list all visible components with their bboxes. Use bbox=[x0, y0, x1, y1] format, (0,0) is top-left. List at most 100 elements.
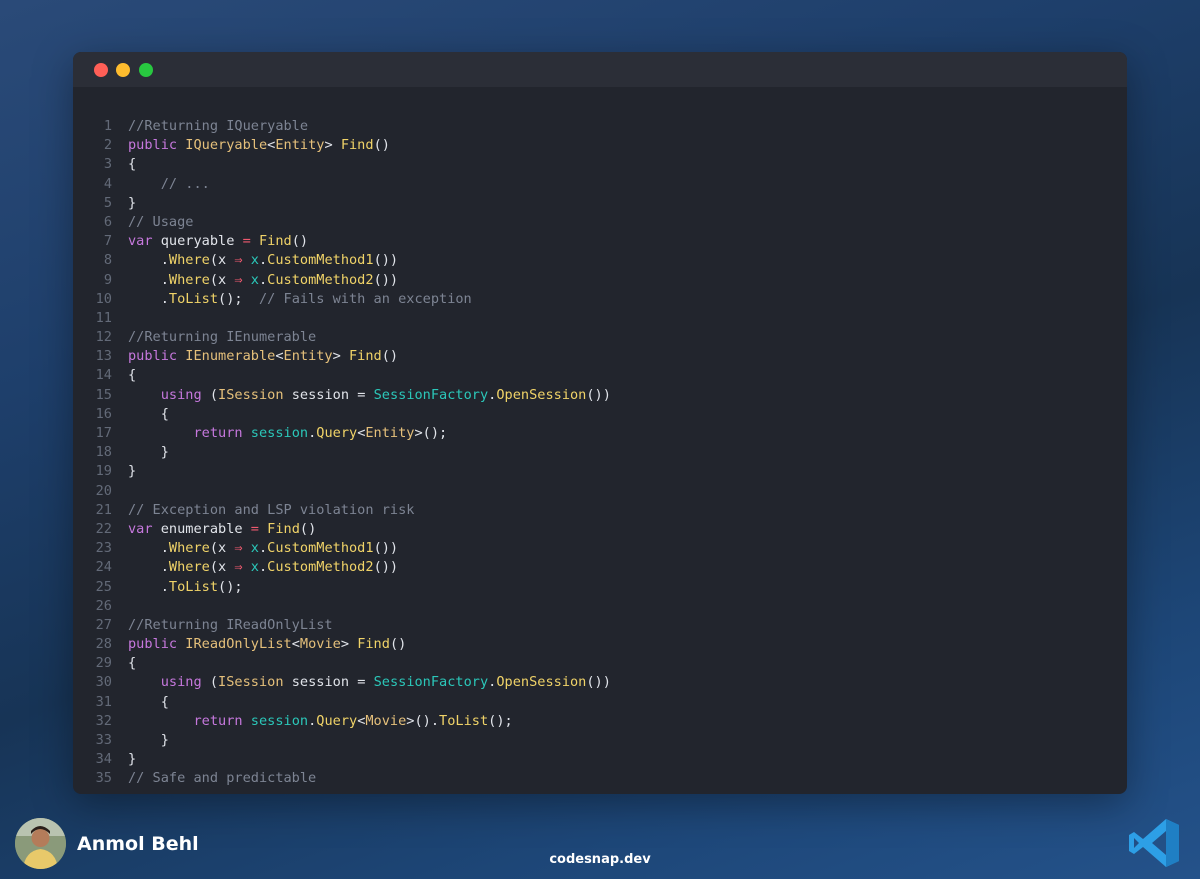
code-token: OpenSession bbox=[496, 386, 587, 403]
code-token: = bbox=[250, 520, 268, 537]
code-line: 28 public IReadOnlyList<Movie> Find() bbox=[73, 635, 1127, 654]
code-token: session bbox=[291, 674, 358, 691]
code-token: Where bbox=[168, 271, 210, 288]
code-token: Find bbox=[258, 233, 292, 250]
line-number: 25 bbox=[95, 578, 112, 595]
code-token: ToList bbox=[439, 712, 489, 729]
line-number: 12 bbox=[95, 329, 112, 346]
line-number: 17 bbox=[95, 425, 112, 441]
maximize-window-button[interactable] bbox=[139, 63, 153, 77]
code-token: IQueryable bbox=[185, 137, 268, 154]
code-token: return bbox=[193, 712, 251, 729]
line-number: 33 bbox=[95, 732, 112, 748]
line-number: 7 bbox=[103, 233, 112, 250]
code-text: } bbox=[128, 750, 136, 769]
code-token: // Usage bbox=[128, 213, 194, 230]
code-token: ⇒ bbox=[234, 540, 251, 557]
code-token: ⇒ bbox=[234, 559, 251, 576]
code-token: } bbox=[128, 444, 169, 461]
code-token: (x bbox=[209, 252, 235, 269]
code-line: 1 //Returning IQueryable bbox=[73, 117, 1127, 136]
code-token: = bbox=[357, 386, 374, 403]
code-token: Find bbox=[267, 520, 300, 537]
code-token: ()) bbox=[373, 252, 399, 269]
code-line: 8 .Where(x ⇒ x.CustomMethod1()) bbox=[73, 251, 1127, 270]
code-line: 5} bbox=[73, 194, 1127, 213]
code-text: { bbox=[128, 366, 136, 385]
close-window-button[interactable] bbox=[94, 63, 108, 77]
line-number: 26 bbox=[95, 597, 112, 614]
code-token: . bbox=[128, 559, 169, 576]
code-token: { bbox=[128, 405, 169, 422]
code-token: return bbox=[193, 425, 251, 441]
line-number: 29 bbox=[95, 655, 112, 672]
code-token: = bbox=[357, 674, 374, 691]
code-token: Where bbox=[168, 559, 210, 576]
code-token: ( bbox=[209, 386, 219, 403]
line-number: 21 bbox=[95, 501, 112, 518]
line-number: 10 bbox=[95, 290, 112, 307]
code-token: SessionFactory bbox=[373, 674, 489, 691]
code-token: ISession bbox=[218, 386, 292, 403]
code-line: 24 .Where(x ⇒ x.CustomMethod2()) bbox=[73, 558, 1127, 577]
code-line: 25 .ToList(); bbox=[73, 578, 1127, 597]
code-text: //Returning IQueryable bbox=[128, 117, 308, 136]
code-token: CustomMethod1 bbox=[267, 540, 374, 557]
minimize-window-button[interactable] bbox=[116, 63, 130, 77]
code-text: // ... bbox=[128, 175, 210, 194]
code-token: . bbox=[128, 252, 169, 269]
code-text: // Usage bbox=[128, 213, 193, 232]
code-line: 3{ bbox=[73, 155, 1127, 174]
code-token: public bbox=[128, 348, 186, 365]
code-text: //Returning IEnumerable bbox=[128, 328, 316, 347]
code-token: . bbox=[128, 271, 169, 288]
code-text: { bbox=[128, 405, 169, 424]
code-line: 23 .Where(x ⇒ x.CustomMethod1()) bbox=[73, 539, 1127, 558]
code-line: 6 // Usage bbox=[73, 213, 1127, 232]
line-number: 22 bbox=[95, 520, 112, 537]
code-token: // Safe and predictable bbox=[128, 770, 317, 787]
code-token: } bbox=[128, 463, 137, 480]
code-text: } bbox=[128, 194, 136, 213]
code-token: ( bbox=[209, 674, 219, 691]
code-text: return session.Query<Movie>().ToList(); bbox=[128, 712, 512, 731]
code-line: 12 //Returning IEnumerable bbox=[73, 328, 1127, 347]
code-token: . bbox=[128, 578, 169, 595]
code-line: 32 return session.Query<Movie>().ToList(… bbox=[73, 712, 1127, 731]
code-token: Where bbox=[168, 540, 210, 557]
code-line: 7 var queryable = Find() bbox=[73, 232, 1127, 251]
code-line: 14 { bbox=[73, 366, 1127, 385]
code-text: public IEnumerable<Entity> Find() bbox=[128, 347, 398, 366]
line-number: 5 bbox=[103, 194, 112, 211]
code-token: Query bbox=[316, 425, 358, 441]
code-token: enumerable bbox=[160, 520, 251, 537]
code-text: //Returning IReadOnlyList bbox=[128, 616, 333, 635]
line-number: 4 bbox=[103, 175, 112, 192]
code-token: } bbox=[128, 732, 169, 748]
code-token: Entity bbox=[365, 425, 415, 441]
code-token: CustomMethod2 bbox=[267, 271, 374, 288]
code-text: { bbox=[128, 155, 136, 174]
code-token: (); bbox=[218, 290, 259, 307]
code-token: ToList bbox=[168, 578, 219, 595]
code-token: . bbox=[258, 271, 268, 288]
line-number: 30 bbox=[95, 674, 112, 691]
code-line: 15 using (ISession session = SessionFact… bbox=[73, 386, 1127, 405]
code-token: . bbox=[128, 540, 169, 557]
line-number: 31 bbox=[95, 693, 112, 710]
code-token: } bbox=[128, 194, 137, 211]
code-token: } bbox=[128, 751, 137, 768]
code-token: session bbox=[291, 386, 358, 403]
code-token: Find bbox=[340, 137, 374, 154]
code-token: //Returning IEnumerable bbox=[128, 329, 317, 346]
code-text: .Where(x ⇒ x.CustomMethod1()) bbox=[128, 251, 398, 270]
window-titlebar bbox=[73, 52, 1127, 87]
code-editor: 1 //Returning IQueryable 2 public IQueryabl… bbox=[73, 117, 1127, 789]
code-line: 16 { bbox=[73, 405, 1127, 424]
code-token: { bbox=[128, 693, 169, 710]
code-token: < bbox=[275, 348, 284, 365]
line-number: 34 bbox=[95, 751, 112, 768]
code-token: { bbox=[128, 655, 137, 672]
